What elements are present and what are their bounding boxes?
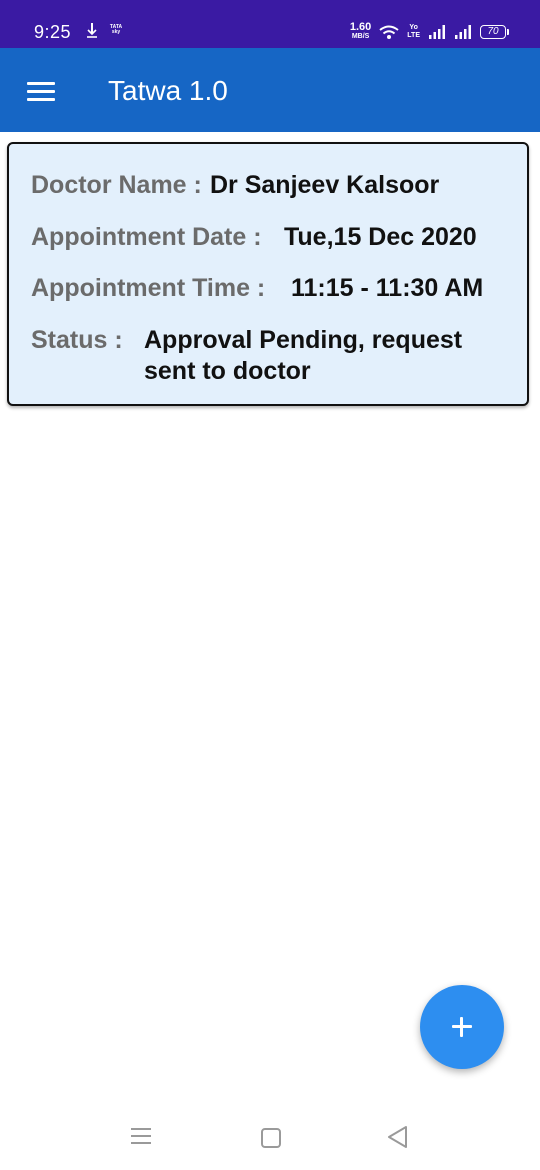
download-icon xyxy=(87,23,97,38)
recent-apps-icon[interactable] xyxy=(131,1128,151,1146)
volte-line2: LTE xyxy=(407,32,420,39)
screen: 9:25 TATA sky 1.60 MB/S Yo LTE 70 Tatwa … xyxy=(0,0,540,1170)
appointment-time-label: Appointment Time : xyxy=(31,274,266,302)
system-nav-bar xyxy=(0,1100,540,1170)
add-appointment-button[interactable] xyxy=(420,985,504,1069)
status-label: Status : xyxy=(31,326,123,354)
net-speed-unit: MB/S xyxy=(351,33,370,40)
tatasky-logo: TATA sky xyxy=(108,25,124,35)
status-value-line1: Approval Pending, request xyxy=(144,326,463,354)
home-icon[interactable] xyxy=(261,1128,281,1148)
status-value-line2: sent to doctor xyxy=(144,357,311,385)
tatasky-logo-line2: sky xyxy=(111,29,121,35)
app-bar: Tatwa 1.0 xyxy=(0,48,540,132)
signal-icon xyxy=(455,25,471,39)
wifi-icon xyxy=(379,25,399,39)
back-icon[interactable] xyxy=(386,1125,408,1149)
signal-icon xyxy=(429,25,445,39)
status-left-icons: TATA sky xyxy=(86,22,124,38)
status-bar: 9:25 TATA sky 1.60 MB/S Yo LTE 70 xyxy=(0,0,540,48)
appointment-card[interactable]: Doctor Name : Dr Sanjeev Kalsoor Appoint… xyxy=(7,142,529,406)
appointment-date-label: Appointment Date : xyxy=(31,223,262,251)
doctor-name-label: Doctor Name : xyxy=(31,171,202,199)
appointment-time-value: 11:15 - 11:30 AM xyxy=(291,274,484,302)
net-speed: 1.60 MB/S xyxy=(349,21,372,41)
doctor-name-value: Dr Sanjeev Kalsoor xyxy=(210,171,440,199)
volte-line1: Yo xyxy=(409,24,418,31)
status-time: 9:25 xyxy=(34,22,72,42)
appointment-date-value: Tue,15 Dec 2020 xyxy=(284,223,477,251)
status-right-icons: 1.60 MB/S Yo LTE 70 xyxy=(349,21,509,42)
battery-icon: 70 xyxy=(480,25,509,39)
net-speed-value: 1.60 xyxy=(349,21,372,33)
volte-icon: Yo LTE xyxy=(407,24,420,40)
hamburger-menu-icon[interactable] xyxy=(22,74,62,108)
app-title: Tatwa 1.0 xyxy=(108,75,228,106)
